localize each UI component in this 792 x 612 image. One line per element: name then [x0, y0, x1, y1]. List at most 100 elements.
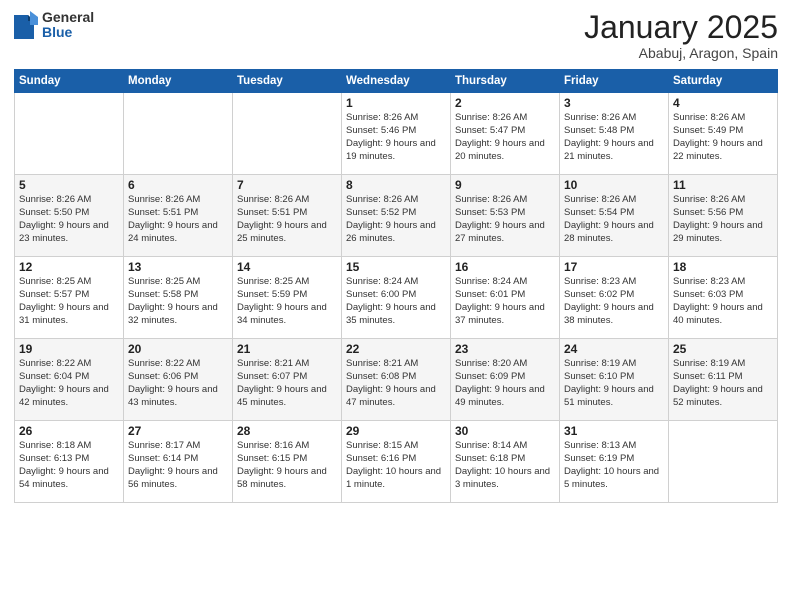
calendar-cell: 1 Sunrise: 8:26 AMSunset: 5:46 PMDaylight… [342, 93, 451, 175]
calendar-cell: 10 Sunrise: 8:26 AMSunset: 5:54 PMDayligh… [560, 175, 669, 257]
calendar-table: SundayMondayTuesdayWednesdayThursdayFrid… [14, 69, 778, 503]
calendar-cell: 25 Sunrise: 8:19 AMSunset: 6:11 PMDayligh… [669, 339, 778, 421]
day-number: 1 [346, 96, 446, 110]
day-number: 4 [673, 96, 773, 110]
calendar-cell: 26Sunrise: 8:18 AMSunset: 6:13 PMDayligh… [15, 421, 124, 503]
weekday-saturday: Saturday [669, 70, 778, 93]
day-info: Sunrise: 8:25 AMSunset: 5:59 PMDaylight:… [237, 276, 337, 327]
calendar-cell: 18Sunrise: 8:23 AMSunset: 6:03 PMDayligh… [669, 257, 778, 339]
day-info: Sunrise: 8:16 AMSunset: 6:15 PMDaylight:… [237, 440, 337, 491]
location-subtitle: Ababuj, Aragon, Spain [584, 45, 778, 61]
calendar-cell: 7 Sunrise: 8:26 AMSunset: 5:51 PMDaylight… [233, 175, 342, 257]
calendar-cell [124, 93, 233, 175]
calendar-cell: 14 Sunrise: 8:25 AMSunset: 5:59 PMDayligh… [233, 257, 342, 339]
day-info: Sunrise: 8:15 AMSunset: 6:16 PMDaylight:… [346, 440, 446, 491]
day-info: Sunrise: 8:19 AMSunset: 6:10 PMDaylight:… [564, 358, 664, 409]
day-info: Sunrise: 8:20 AMSunset: 6:09 PMDaylight:… [455, 358, 555, 409]
calendar-cell: 30Sunrise: 8:14 AMSunset: 6:18 PMDayligh… [451, 421, 560, 503]
calendar-cell: 6Sunrise: 8:26 AMSunset: 5:51 PMDaylight… [124, 175, 233, 257]
calendar-cell: 24 Sunrise: 8:19 AMSunset: 6:10 PMDayligh… [560, 339, 669, 421]
calendar-cell: 31 Sunrise: 8:13 AMSunset: 6:19 PMDayligh… [560, 421, 669, 503]
calendar-cell: 3 Sunrise: 8:26 AMSunset: 5:48 PMDaylight… [560, 93, 669, 175]
calendar-cell: 9 Sunrise: 8:26 AMSunset: 5:53 PMDaylight… [451, 175, 560, 257]
calendar-week-2: 12Sunrise: 8:25 AMSunset: 5:57 PMDayligh… [15, 257, 778, 339]
day-info: Sunrise: 8:25 AMSunset: 5:58 PMDaylight:… [128, 276, 228, 327]
day-number: 5 [19, 178, 119, 192]
day-info: Sunrise: 8:24 AMSunset: 6:00 PMDaylight:… [346, 276, 446, 327]
calendar-cell: 16 Sunrise: 8:24 AMSunset: 6:01 PMDayligh… [451, 257, 560, 339]
calendar-week-1: 5 Sunrise: 8:26 AMSunset: 5:50 PMDaylight… [15, 175, 778, 257]
calendar-cell: 17 Sunrise: 8:23 AMSunset: 6:02 PMDayligh… [560, 257, 669, 339]
day-number: 19 [19, 342, 119, 356]
title-block: January 2025 Ababuj, Aragon, Spain [584, 10, 778, 61]
day-info: Sunrise: 8:14 AMSunset: 6:18 PMDaylight:… [455, 440, 555, 491]
day-info: Sunrise: 8:26 AMSunset: 5:51 PMDaylight:… [128, 194, 228, 245]
day-info: Sunrise: 8:26 AMSunset: 5:54 PMDaylight:… [564, 194, 664, 245]
calendar-cell: 28 Sunrise: 8:16 AMSunset: 6:15 PMDayligh… [233, 421, 342, 503]
day-info: Sunrise: 8:26 AMSunset: 5:49 PMDaylight:… [673, 112, 773, 163]
calendar-cell [233, 93, 342, 175]
calendar-cell: 23 Sunrise: 8:20 AMSunset: 6:09 PMDayligh… [451, 339, 560, 421]
day-number: 11 [673, 178, 773, 192]
logo-text: General Blue [42, 10, 94, 41]
day-info: Sunrise: 8:26 AMSunset: 5:53 PMDaylight:… [455, 194, 555, 245]
day-number: 10 [564, 178, 664, 192]
logo-blue: Blue [42, 25, 94, 40]
calendar-cell: 4 Sunrise: 8:26 AMSunset: 5:49 PMDaylight… [669, 93, 778, 175]
day-number: 16 [455, 260, 555, 274]
day-info: Sunrise: 8:26 AMSunset: 5:50 PMDaylight:… [19, 194, 119, 245]
calendar-week-4: 26Sunrise: 8:18 AMSunset: 6:13 PMDayligh… [15, 421, 778, 503]
day-info: Sunrise: 8:21 AMSunset: 6:08 PMDaylight:… [346, 358, 446, 409]
day-number: 28 [237, 424, 337, 438]
day-number: 18 [673, 260, 773, 274]
day-info: Sunrise: 8:19 AMSunset: 6:11 PMDaylight:… [673, 358, 773, 409]
calendar-cell: 27 Sunrise: 8:17 AMSunset: 6:14 PMDayligh… [124, 421, 233, 503]
day-number: 27 [128, 424, 228, 438]
day-number: 24 [564, 342, 664, 356]
day-number: 23 [455, 342, 555, 356]
calendar-cell: 8 Sunrise: 8:26 AMSunset: 5:52 PMDaylight… [342, 175, 451, 257]
day-number: 17 [564, 260, 664, 274]
day-number: 8 [346, 178, 446, 192]
day-info: Sunrise: 8:22 AMSunset: 6:06 PMDaylight:… [128, 358, 228, 409]
day-info: Sunrise: 8:26 AMSunset: 5:51 PMDaylight:… [237, 194, 337, 245]
day-number: 25 [673, 342, 773, 356]
day-info: Sunrise: 8:26 AMSunset: 5:48 PMDaylight:… [564, 112, 664, 163]
day-number: 20 [128, 342, 228, 356]
day-number: 14 [237, 260, 337, 274]
day-number: 15 [346, 260, 446, 274]
day-info: Sunrise: 8:17 AMSunset: 6:14 PMDaylight:… [128, 440, 228, 491]
day-info: Sunrise: 8:13 AMSunset: 6:19 PMDaylight:… [564, 440, 664, 491]
calendar-cell: 21Sunrise: 8:21 AMSunset: 6:07 PMDayligh… [233, 339, 342, 421]
weekday-thursday: Thursday [451, 70, 560, 93]
day-info: Sunrise: 8:26 AMSunset: 5:52 PMDaylight:… [346, 194, 446, 245]
day-info: Sunrise: 8:18 AMSunset: 6:13 PMDaylight:… [19, 440, 119, 491]
day-info: Sunrise: 8:26 AMSunset: 5:47 PMDaylight:… [455, 112, 555, 163]
calendar-week-0: 1 Sunrise: 8:26 AMSunset: 5:46 PMDaylight… [15, 93, 778, 175]
header: General Blue January 2025 Ababuj, Aragon… [14, 10, 778, 61]
day-number: 29 [346, 424, 446, 438]
calendar-cell: 5 Sunrise: 8:26 AMSunset: 5:50 PMDaylight… [15, 175, 124, 257]
calendar-cell: 2Sunrise: 8:26 AMSunset: 5:47 PMDaylight… [451, 93, 560, 175]
logo-general: General [42, 10, 94, 25]
day-number: 7 [237, 178, 337, 192]
day-number: 22 [346, 342, 446, 356]
weekday-sunday: Sunday [15, 70, 124, 93]
calendar-cell: 12Sunrise: 8:25 AMSunset: 5:57 PMDayligh… [15, 257, 124, 339]
calendar-cell: 15 Sunrise: 8:24 AMSunset: 6:00 PMDayligh… [342, 257, 451, 339]
day-info: Sunrise: 8:21 AMSunset: 6:07 PMDaylight:… [237, 358, 337, 409]
day-number: 31 [564, 424, 664, 438]
day-info: Sunrise: 8:26 AMSunset: 5:46 PMDaylight:… [346, 112, 446, 163]
logo: General Blue [14, 10, 94, 41]
calendar-cell: 29 Sunrise: 8:15 AMSunset: 6:16 PMDayligh… [342, 421, 451, 503]
day-info: Sunrise: 8:23 AMSunset: 6:02 PMDaylight:… [564, 276, 664, 327]
calendar-cell: 11Sunrise: 8:26 AMSunset: 5:56 PMDayligh… [669, 175, 778, 257]
weekday-wednesday: Wednesday [342, 70, 451, 93]
month-title: January 2025 [584, 10, 778, 45]
day-number: 9 [455, 178, 555, 192]
day-number: 12 [19, 260, 119, 274]
day-info: Sunrise: 8:24 AMSunset: 6:01 PMDaylight:… [455, 276, 555, 327]
weekday-monday: Monday [124, 70, 233, 93]
day-info: Sunrise: 8:22 AMSunset: 6:04 PMDaylight:… [19, 358, 119, 409]
day-number: 3 [564, 96, 664, 110]
